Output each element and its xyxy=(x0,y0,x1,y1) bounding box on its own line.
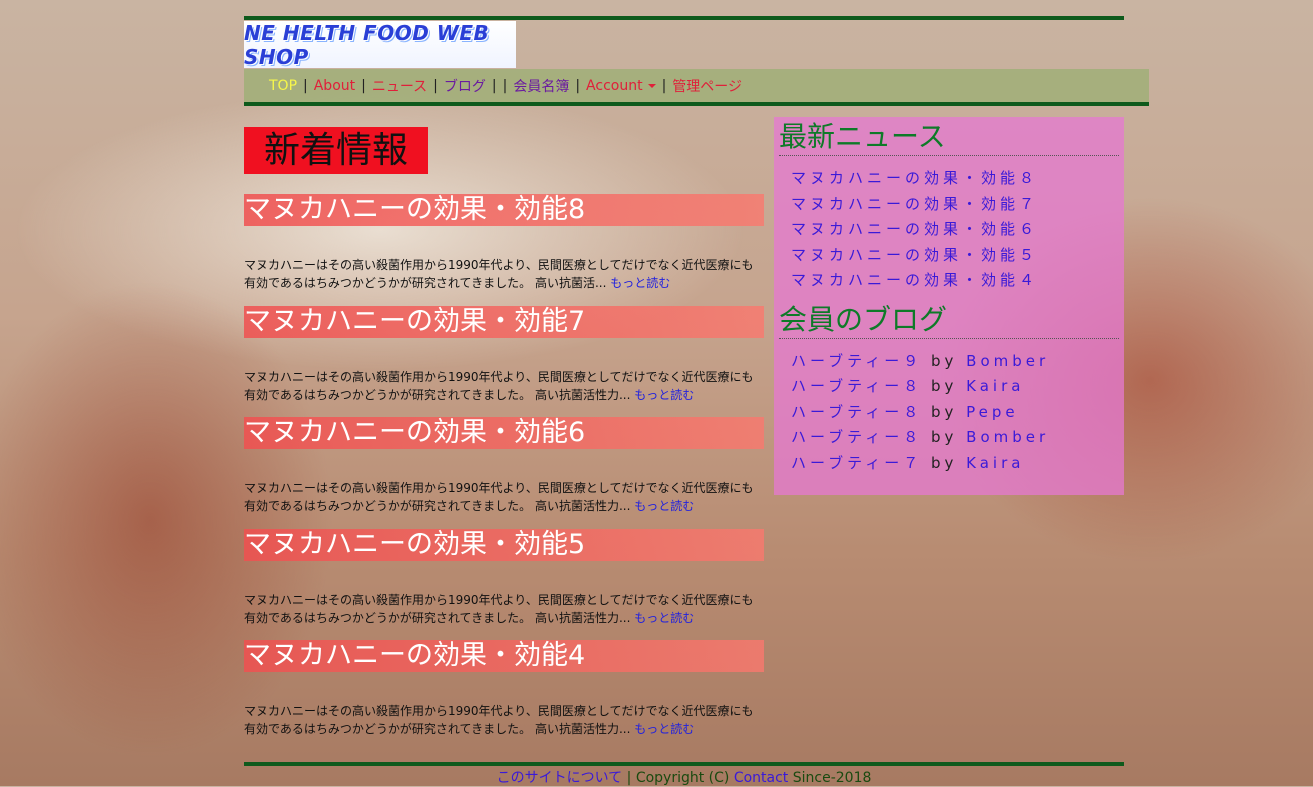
nav-account-dropdown[interactable]: Account xyxy=(586,78,656,94)
read-more-link[interactable]: もっと読む xyxy=(610,276,670,290)
nav-blog-link[interactable]: ブログ xyxy=(444,76,486,96)
news-section: 新着情報 xyxy=(244,127,764,174)
blog-author-link[interactable]: Bomber xyxy=(966,428,1049,446)
blog-author-link[interactable]: Kaira xyxy=(966,377,1024,395)
nav-separator: | xyxy=(491,77,497,94)
post-title[interactable]: マヌカハニーの効果・効能6 xyxy=(244,417,764,449)
nav-separator: | xyxy=(661,77,667,94)
blog-link[interactable]: ハーブティー８ xyxy=(791,377,922,395)
blog-link[interactable]: ハーブティー９ xyxy=(791,352,922,370)
sidebar-blog-list: ハーブティー９ by Bomber ハーブティー８ by Kaira ハーブティ… xyxy=(774,349,1124,477)
blog-by-label: by xyxy=(930,453,958,472)
list-item: マヌカハニーの効果・効能４ xyxy=(791,268,1124,294)
list-item: マヌカハニーの効果・効能６ xyxy=(791,217,1124,243)
news-link[interactable]: マヌカハニーの効果・効能４ xyxy=(791,271,1038,289)
post-excerpt: マヌカハニーはその高い殺菌作用から1990年代より、民間医療としてだけでなく近代… xyxy=(244,702,759,738)
blog-link[interactable]: ハーブティー８ xyxy=(791,403,922,421)
nav-separator: | xyxy=(303,77,308,94)
post-excerpt: マヌカハニーはその高い殺菌作用から1990年代より、民間医療としてだけでなく近代… xyxy=(244,368,759,404)
post-item: マヌカハニーの効果・効能7 マヌカハニーはその高い殺菌作用から1990年代より、… xyxy=(244,306,764,404)
blog-by-label: by xyxy=(930,351,958,370)
blog-author-link[interactable]: Pepe xyxy=(966,403,1019,421)
blog-link[interactable]: ハーブティー８ xyxy=(791,428,922,446)
nav-account-label: Account xyxy=(586,77,643,94)
list-item: マヌカハニーの効果・効能８ xyxy=(791,166,1124,192)
list-item: マヌカハニーの効果・効能５ xyxy=(791,243,1124,269)
post-item: マヌカハニーの効果・効能5 マヌカハニーはその高い殺菌作用から1990年代より、… xyxy=(244,529,764,627)
post-excerpt: マヌカハニーはその高い殺菌作用から1990年代より、民間医療としてだけでなく近代… xyxy=(244,591,759,627)
blog-by-label: by xyxy=(930,377,958,395)
list-item: ハーブティー９ by Bomber xyxy=(791,349,1124,375)
footer-about-link[interactable]: このサイトについて xyxy=(497,770,623,786)
post-title[interactable]: マヌカハニーの効果・効能4 xyxy=(244,640,764,672)
sidebar-news-list: マヌカハニーの効果・効能８ マヌカハニーの効果・効能７ マヌカハニーの効果・効能… xyxy=(774,166,1124,294)
read-more-link[interactable]: もっと読む xyxy=(634,611,694,625)
post-title[interactable]: マヌカハニーの効果・効能8 xyxy=(244,194,764,226)
blog-author-link[interactable]: Bomber xyxy=(966,352,1049,370)
caret-down-icon xyxy=(647,83,656,88)
nav-separator: | xyxy=(575,77,581,94)
nav-top-link[interactable]: TOP xyxy=(269,78,297,94)
sidebar: 最新ニュース マヌカハニーの効果・効能８ マヌカハニーの効果・効能７ マヌカハニ… xyxy=(774,117,1124,495)
nav-separator: | xyxy=(502,77,508,94)
site-logo-text: NE HELTH FOOD WEB SHOP xyxy=(244,20,490,69)
read-more-link[interactable]: もっと読む xyxy=(634,499,694,513)
post-excerpt: マヌカハニーはその高い殺菌作用から1990年代より、民間医療としてだけでなく近代… xyxy=(244,479,759,515)
list-item: ハーブティー８ by Bomber xyxy=(791,425,1124,451)
news-link[interactable]: マヌカハニーの効果・効能８ xyxy=(791,169,1038,187)
blog-by-label: by xyxy=(930,402,958,421)
read-more-link[interactable]: もっと読む xyxy=(634,388,694,402)
blog-link[interactable]: ハーブティー７ xyxy=(791,454,922,472)
post-excerpt: マヌカハニーはその高い殺菌作用から1990年代より、民間医療としてだけでなく近代… xyxy=(244,256,759,292)
news-link[interactable]: マヌカハニーの効果・効能５ xyxy=(791,246,1038,264)
nav-separator: | xyxy=(433,77,438,94)
footer: このサイトについて | Copyright (C) Contact Since-… xyxy=(244,767,1124,787)
sidebar-news-heading: 最新ニュース xyxy=(779,117,1119,156)
post-item: マヌカハニーの効果・効能4 マヌカハニーはその高い殺菌作用から1990年代より、… xyxy=(244,640,764,738)
blog-by-label: by xyxy=(930,428,958,446)
blog-author-link[interactable]: Kaira xyxy=(966,454,1024,472)
news-link[interactable]: マヌカハニーの効果・効能６ xyxy=(791,220,1038,238)
footer-rule xyxy=(244,762,1124,766)
list-item: マヌカハニーの効果・効能７ xyxy=(791,192,1124,218)
nav-members-link[interactable]: 会員名簿 xyxy=(513,76,569,96)
post-item: マヌカハニーの効果・効能6 マヌカハニーはその高い殺菌作用から1990年代より、… xyxy=(244,417,764,515)
footer-separator: | xyxy=(626,770,632,786)
footer-contact-link[interactable]: Contact xyxy=(734,770,788,786)
header-top-rule xyxy=(244,16,1124,20)
post-item: マヌカハニーの効果・効能8 マヌカハニーはその高い殺菌作用から1990年代より、… xyxy=(244,194,764,292)
list-item: ハーブティー８ by Pepe xyxy=(791,400,1124,426)
list-item: ハーブティー８ by Kaira xyxy=(791,374,1124,400)
nav-about-link[interactable]: About xyxy=(314,78,355,94)
footer-copyright: Copyright (C) xyxy=(635,770,730,786)
post-title[interactable]: マヌカハニーの効果・効能5 xyxy=(244,529,764,561)
main-nav: TOP | About | ニュース | ブログ | | 会員名簿 | Acco… xyxy=(244,69,1149,106)
post-title[interactable]: マヌカハニーの効果・効能7 xyxy=(244,306,764,338)
sidebar-blog-heading: 会員のブログ xyxy=(779,300,1119,339)
section-title: 新着情報 xyxy=(244,127,429,174)
nav-separator: | xyxy=(361,77,366,94)
read-more-link[interactable]: もっと読む xyxy=(634,722,694,736)
nav-news-link[interactable]: ニュース xyxy=(372,76,427,96)
news-link[interactable]: マヌカハニーの効果・効能７ xyxy=(791,195,1038,213)
footer-since: Since-2018 xyxy=(792,770,872,786)
nav-admin-link[interactable]: 管理ページ xyxy=(672,76,742,96)
site-logo[interactable]: NE HELTH FOOD WEB SHOP xyxy=(244,20,516,69)
post-excerpt-text: マヌカハニーはその高い殺菌作用から1990年代より、民間医療としてだけでなく近代… xyxy=(244,258,754,290)
list-item: ハーブティー７ by Kaira xyxy=(791,451,1124,477)
